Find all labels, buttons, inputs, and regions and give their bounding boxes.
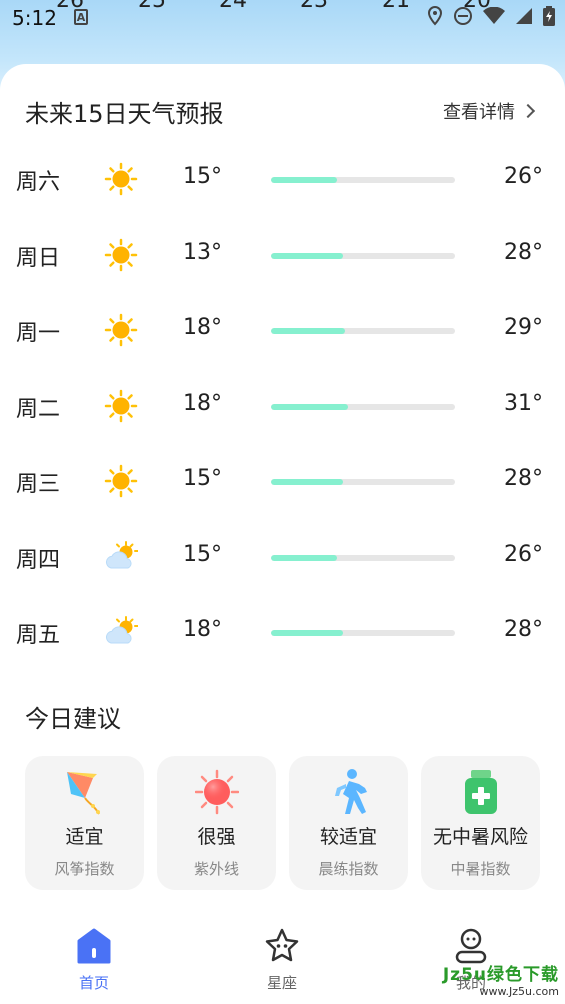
- nav-label: 星座: [266, 974, 297, 992]
- signal-icon: [515, 7, 533, 29]
- high-temp: 26°: [504, 541, 543, 567]
- advice-label: 晨练指数: [318, 860, 379, 878]
- temp-range-fill: [271, 177, 338, 183]
- temp-range-bar: [271, 403, 455, 410]
- day-name: 周二: [16, 396, 61, 422]
- low-temp: 15°: [183, 466, 222, 491]
- profile-icon: [453, 928, 489, 964]
- low-temp: 18°: [183, 390, 222, 416]
- temp-range-bar: [271, 554, 455, 561]
- day-name: 周三: [16, 472, 61, 497]
- temp-range-bar: [271, 252, 455, 259]
- high-temp: 28°: [504, 466, 543, 491]
- view-details-link[interactable]: 查看详情: [443, 98, 536, 124]
- watermark-sub: www.Jz5u.com: [479, 985, 559, 998]
- advice-value: 适宜: [65, 826, 104, 848]
- battery-icon: [543, 6, 555, 30]
- temp-range-bar: [271, 177, 455, 183]
- status-icons: [427, 5, 555, 30]
- uv-sun-icon: [194, 768, 240, 816]
- hourly-temp: 25°: [138, 0, 177, 13]
- forecast-day-row[interactable]: 周四 15° 26°: [0, 538, 565, 578]
- advice-title: 今日建议: [25, 705, 121, 733]
- partly-cloudy-icon: [104, 540, 139, 574]
- low-temp: 15°: [183, 164, 222, 189]
- home-icon: [76, 928, 112, 964]
- hourly-temp: 24°: [219, 0, 258, 13]
- advice-value: 无中暑风险: [432, 826, 528, 848]
- main-card: 未来15日天气预报 查看详情 周六 15° 26° 周日 13° 28° 周一 18° 29° 周…: [0, 64, 565, 1004]
- day-name: 周一: [16, 321, 61, 346]
- kite-icon: [63, 768, 107, 816]
- day-name: 周六: [16, 170, 61, 195]
- advice-label: 紫外线: [193, 860, 239, 878]
- forecast-title: 未来15日天气预报: [25, 100, 224, 128]
- temp-range-bar: [271, 328, 455, 334]
- walking-person-icon: [327, 768, 371, 816]
- forecast-day-row[interactable]: 周三 15° 28°: [0, 462, 565, 502]
- temp-range-fill: [271, 252, 343, 259]
- chevron-right-icon: [520, 103, 536, 119]
- medicine-bottle-icon: [459, 768, 503, 816]
- advice-card-uv[interactable]: 很强 紫外线: [157, 756, 276, 890]
- day-name: 周五: [16, 623, 61, 648]
- sunny-icon: [104, 389, 138, 423]
- advice-label: 风筝指数: [54, 860, 115, 878]
- status-bar: 26° 25° 24° 23° 21° 20° 5:12 A: [0, 0, 565, 40]
- low-temp: 13°: [183, 239, 222, 265]
- location-icon: [427, 5, 443, 30]
- forecast-day-row[interactable]: 周五 18° 28°: [0, 613, 565, 653]
- high-temp: 26°: [504, 164, 543, 189]
- low-temp: 15°: [183, 541, 222, 567]
- advice-card-kite[interactable]: 适宜 风筝指数: [25, 756, 144, 890]
- sunny-icon: [104, 313, 138, 347]
- sunny-icon: [104, 238, 138, 272]
- low-temp: 18°: [183, 617, 222, 642]
- dnd-icon: [453, 6, 473, 30]
- temp-range-fill: [271, 328, 345, 334]
- hourly-temp: 23°: [300, 0, 339, 13]
- high-temp: 28°: [504, 239, 543, 265]
- high-temp: 31°: [504, 390, 543, 416]
- high-temp: 29°: [504, 315, 543, 340]
- status-time: 5:12: [12, 6, 57, 30]
- temp-range-fill: [271, 630, 343, 636]
- watermark-main: Jz5u绿色下载: [442, 965, 559, 985]
- nav-label: 首页: [78, 974, 109, 992]
- hourly-temp: 21°: [382, 0, 421, 13]
- advice-card-heatstroke[interactable]: 无中暑风险 中暑指数: [421, 756, 540, 890]
- temp-range-fill: [271, 403, 349, 410]
- advice-value: 较适宜: [319, 826, 377, 848]
- low-temp: 18°: [183, 315, 222, 340]
- a-badge-icon: A: [74, 9, 88, 25]
- temp-range-fill: [271, 479, 343, 485]
- nav-home[interactable]: 首页: [54, 928, 134, 993]
- star-face-icon: [264, 928, 300, 964]
- partly-cloudy-icon: [104, 615, 139, 649]
- sunny-icon: [104, 162, 138, 196]
- day-name: 周四: [16, 547, 61, 573]
- day-name: 周日: [16, 245, 61, 271]
- forecast-day-row[interactable]: 周日 13° 28°: [0, 236, 565, 276]
- advice-card-exercise[interactable]: 较适宜 晨练指数: [289, 756, 408, 890]
- temp-range-bar: [271, 479, 455, 485]
- temp-range-fill: [271, 554, 338, 561]
- forecast-day-row[interactable]: 周六 15° 26°: [0, 160, 565, 200]
- forecast-day-row[interactable]: 周一 18° 29°: [0, 311, 565, 351]
- nav-horoscope[interactable]: 星座: [242, 928, 322, 993]
- sunny-icon: [104, 464, 138, 498]
- wifi-icon: [483, 6, 505, 29]
- advice-value: 很强: [197, 826, 236, 848]
- temp-range-bar: [271, 630, 455, 636]
- forecast-day-row[interactable]: 周二 18° 31°: [0, 387, 565, 427]
- view-details-label: 查看详情: [443, 102, 515, 123]
- high-temp: 28°: [504, 617, 543, 642]
- watermark: Jz5u绿色下载 www.Jz5u.com: [443, 960, 559, 998]
- advice-label: 中暑指数: [450, 860, 511, 878]
